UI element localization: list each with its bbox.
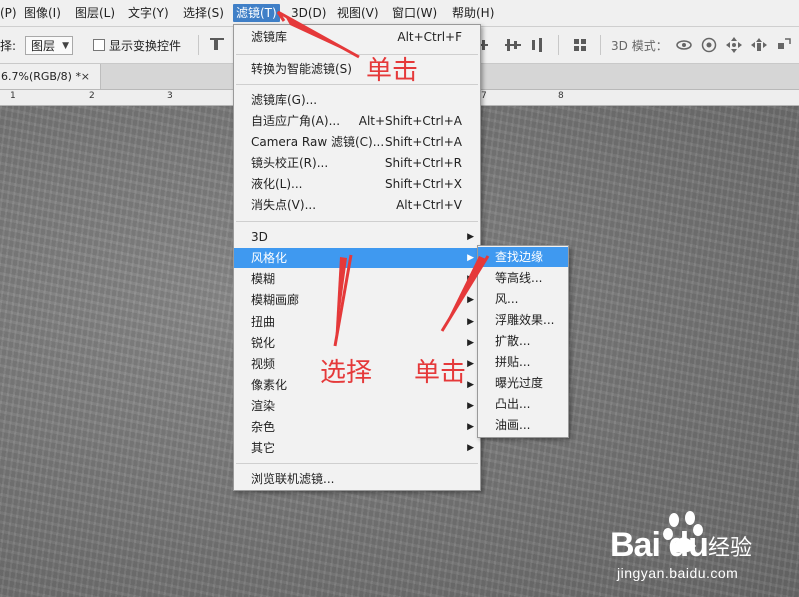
watermark-url: jingyan.baidu.com bbox=[617, 565, 739, 581]
auto-select-value: 图层 bbox=[31, 39, 56, 53]
separator bbox=[558, 35, 559, 55]
submenu-arrow-icon: ▶ bbox=[467, 422, 474, 432]
submenu-item-tiles[interactable]: 拼贴... bbox=[478, 352, 568, 372]
ruler-number: 2 bbox=[89, 91, 95, 101]
menu-layer[interactable]: 图层(L) bbox=[75, 4, 115, 22]
menu-item-3d[interactable]: 3D ▶ bbox=[234, 227, 480, 247]
submenu-arrow-icon: ▶ bbox=[467, 401, 474, 411]
3d-rotate-icon[interactable] bbox=[675, 36, 693, 54]
menu-item-sharpen[interactable]: 锐化 ▶ bbox=[234, 333, 480, 353]
menu-item-filter-gallery-last[interactable]: 滤镜库 Alt+Ctrl+F bbox=[234, 27, 480, 47]
separator bbox=[198, 35, 199, 55]
menu-item-camera-raw[interactable]: Camera Raw 滤镜(C)... Shift+Ctrl+A bbox=[234, 132, 480, 152]
menu-item-blur[interactable]: 模糊 ▶ bbox=[234, 269, 480, 289]
distribute-spacing-icon[interactable] bbox=[505, 36, 523, 54]
submenu-arrow-icon: ▶ bbox=[467, 443, 474, 453]
menu-divider bbox=[236, 84, 478, 85]
3d-scale-icon[interactable] bbox=[775, 36, 793, 54]
menu-bar: (P) 图像(I) 图层(L) 文字(Y) 选择(S) 滤镜(T) 3D(D) … bbox=[0, 0, 799, 27]
3d-pan-icon[interactable] bbox=[725, 36, 743, 54]
submenu-arrow-icon: ▶ bbox=[467, 359, 474, 369]
menu-item-browse-online-filters[interactable]: 浏览联机滤镜... bbox=[234, 469, 480, 489]
menu-item-convert-smart-filter[interactable]: 转换为智能滤镜(S) bbox=[234, 59, 480, 79]
distribute-hcenter-icon[interactable] bbox=[480, 36, 498, 54]
submenu-arrow-icon: ▶ bbox=[467, 232, 474, 242]
3d-roll-icon[interactable] bbox=[700, 36, 718, 54]
menu-item-other[interactable]: 其它 ▶ bbox=[234, 438, 480, 458]
annotation-select-stylize: 选择 bbox=[320, 358, 373, 388]
submenu-item-extrude[interactable]: 凸出... bbox=[478, 394, 568, 414]
document-tab-title: 6.7%(RGB/8) * bbox=[1, 70, 81, 83]
baidu-jingyan-watermark: Bai du 经验 jingyan.baidu.com bbox=[600, 508, 799, 597]
ruler-number: 3 bbox=[167, 91, 173, 101]
submenu-arrow-icon: ▶ bbox=[467, 253, 474, 263]
menu-item-blur-gallery[interactable]: 模糊画廊 ▶ bbox=[234, 290, 480, 310]
auto-select-dropdown[interactable]: 图层 ▼ bbox=[25, 36, 73, 55]
submenu-item-oil-paint[interactable]: 油画... bbox=[478, 415, 568, 435]
menu-help[interactable]: 帮助(H) bbox=[452, 4, 494, 22]
stylize-submenu: 查找边缘 等高线... 风... 浮雕效果... 扩散... 拼贴... 曝光过… bbox=[477, 245, 569, 438]
submenu-item-wind[interactable]: 风... bbox=[478, 289, 568, 309]
menu-item-render[interactable]: 渲染 ▶ bbox=[234, 396, 480, 416]
menu-item-filter-gallery[interactable]: 滤镜库(G)... bbox=[234, 90, 480, 110]
submenu-item-diffuse[interactable]: 扩散... bbox=[478, 331, 568, 351]
menu-item-lens-correction[interactable]: 镜头校正(R)... Shift+Ctrl+R bbox=[234, 153, 480, 173]
auto-select-label: 择: bbox=[0, 39, 17, 53]
submenu-item-find-edges[interactable]: 查找边缘 bbox=[478, 247, 568, 267]
submenu-item-emboss[interactable]: 浮雕效果... bbox=[478, 310, 568, 330]
ruler-number: 7 bbox=[481, 91, 487, 101]
auto-align-icon[interactable] bbox=[572, 36, 590, 54]
menu-item-vanishing-point[interactable]: 消失点(V)... Alt+Ctrl+V bbox=[234, 195, 480, 215]
menu-divider bbox=[236, 463, 478, 464]
menu-item-distort[interactable]: 扭曲 ▶ bbox=[234, 312, 480, 332]
menu-plugin[interactable]: (P) bbox=[0, 4, 17, 22]
distribute-right-icon[interactable] bbox=[530, 36, 548, 54]
submenu-arrow-icon: ▶ bbox=[467, 295, 474, 305]
menu-item-stylize[interactable]: 风格化 ▶ bbox=[234, 248, 480, 268]
submenu-item-solarize[interactable]: 曝光过度 bbox=[478, 373, 568, 393]
submenu-item-contour[interactable]: 等高线... bbox=[478, 268, 568, 288]
menu-divider bbox=[236, 54, 478, 55]
menu-divider bbox=[236, 221, 478, 222]
ruler-number: 8 bbox=[558, 91, 564, 101]
align-top-icon[interactable] bbox=[208, 36, 226, 54]
annotation-click-filter: 单击 bbox=[366, 56, 419, 86]
3d-mode-label: 3D 模式： bbox=[611, 39, 668, 53]
menu-3d[interactable]: 3D(D) bbox=[291, 4, 326, 22]
filter-menu: 滤镜库 Alt+Ctrl+F 转换为智能滤镜(S) 滤镜库(G)... 自适应广角… bbox=[233, 24, 481, 491]
chevron-down-icon: ▼ bbox=[62, 41, 69, 51]
menu-select[interactable]: 选择(S) bbox=[183, 4, 224, 22]
annotation-click-find-edges: 单击 bbox=[414, 358, 467, 388]
close-icon[interactable]: × bbox=[81, 64, 90, 89]
separator bbox=[600, 35, 601, 55]
3d-slide-icon[interactable] bbox=[750, 36, 768, 54]
menu-window[interactable]: 窗口(W) bbox=[392, 4, 437, 22]
menu-view[interactable]: 视图(V) bbox=[337, 4, 379, 22]
menu-item-liquify[interactable]: 液化(L)... Shift+Ctrl+X bbox=[234, 174, 480, 194]
show-transform-checkbox[interactable] bbox=[93, 39, 105, 51]
document-tab[interactable]: 6.7%(RGB/8) * × bbox=[0, 64, 101, 89]
submenu-arrow-icon: ▶ bbox=[467, 317, 474, 327]
menu-item-adaptive-wide-angle[interactable]: 自适应广角(A)... Alt+Shift+Ctrl+A bbox=[234, 111, 480, 131]
menu-image[interactable]: 图像(I) bbox=[24, 4, 61, 22]
jingyan-text: 经验 bbox=[708, 536, 753, 561]
show-transform-label: 显示变换控件 bbox=[109, 39, 182, 53]
menu-type[interactable]: 文字(Y) bbox=[128, 4, 169, 22]
menu-item-noise[interactable]: 杂色 ▶ bbox=[234, 417, 480, 437]
submenu-arrow-icon: ▶ bbox=[467, 380, 474, 390]
baidu-brand: Bai du bbox=[610, 526, 709, 564]
submenu-arrow-icon: ▶ bbox=[467, 338, 474, 348]
menu-filter[interactable]: 滤镜(T) bbox=[233, 4, 280, 22]
ruler-number: 1 bbox=[10, 91, 16, 101]
submenu-arrow-icon: ▶ bbox=[467, 274, 474, 284]
